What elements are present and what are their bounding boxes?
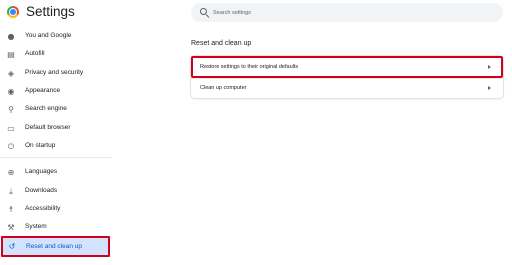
- sidebar-item-default-browser[interactable]: ▭ Default browser: [0, 120, 112, 138]
- page-title: Settings: [26, 4, 75, 19]
- sidebar-item-label: Appearance: [25, 87, 61, 94]
- accessibility-icon: ☨: [8, 205, 14, 214]
- sidebar-item-label: Accessibility: [25, 205, 61, 212]
- row-label: Clean up computer: [200, 85, 247, 91]
- palette-icon: ◉: [7, 87, 15, 96]
- download-icon: ⤓: [9, 187, 13, 196]
- chrome-logo-icon: [7, 6, 19, 18]
- sidebar-item-reset-and-clean-up[interactable]: ↺ Reset and clean up: [1, 236, 110, 257]
- search-input[interactable]: [213, 6, 493, 19]
- sidebar-item-label: Languages: [25, 168, 58, 175]
- sidebar-item-accessibility[interactable]: ☨ Accessibility: [0, 201, 112, 219]
- arrow-right-icon: [488, 86, 491, 90]
- reset-history-icon: ↺: [8, 242, 16, 251]
- clipboard-icon: ▤: [7, 50, 15, 59]
- sidebar-item-privacy[interactable]: ◈ Privacy and security: [0, 65, 112, 83]
- power-icon: ⏻: [7, 142, 15, 151]
- sidebar-item-label: You and Google: [25, 32, 72, 39]
- search-icon: ⚲: [8, 105, 14, 114]
- row-label: Restore settings to their original defau…: [200, 64, 299, 70]
- sidebar-item-system[interactable]: ⚒ System: [0, 219, 112, 237]
- search-box[interactable]: [191, 3, 503, 22]
- sidebar-item-label: Downloads: [25, 187, 58, 194]
- sidebar-item-on-startup[interactable]: ⏻ On startup: [0, 138, 112, 156]
- sidebar-item-label: Autofill: [25, 50, 45, 57]
- shield-icon: ◈: [7, 69, 15, 78]
- sidebar-item-label: Search engine: [25, 105, 67, 112]
- sidebar-item-label: Default browser: [25, 124, 71, 131]
- header: Settings: [0, 0, 512, 24]
- search-icon: [200, 8, 207, 15]
- sidebar-item-languages[interactable]: ⊕ Languages: [0, 164, 112, 182]
- clean-up-computer-row[interactable]: Clean up computer: [191, 78, 503, 98]
- sidebar-divider: [0, 157, 112, 158]
- globe-icon: ⊕: [7, 168, 15, 177]
- sidebar-item-label: Privacy and security: [25, 69, 84, 76]
- wrench-icon: ⚒: [7, 223, 15, 232]
- restore-defaults-row[interactable]: Restore settings to their original defau…: [191, 56, 503, 78]
- sidebar-item-label: System: [25, 223, 47, 230]
- person-icon: ●: [7, 32, 15, 41]
- arrow-right-icon: [488, 65, 491, 69]
- sidebar-item-search-engine[interactable]: ⚲ Search engine: [0, 101, 112, 119]
- sidebar-item-label: On startup: [25, 142, 56, 149]
- sidebar-item-autofill[interactable]: ▤ Autofill: [0, 46, 112, 64]
- browser-window-icon: ▭: [7, 124, 15, 133]
- section-title: Reset and clean up: [191, 40, 252, 47]
- sidebar-item-appearance[interactable]: ◉ Appearance: [0, 83, 112, 101]
- sidebar-item-downloads[interactable]: ⤓ Downloads: [0, 183, 112, 201]
- sidebar-item-label: Reset and clean up: [26, 243, 83, 250]
- sidebar-item-you-and-google[interactable]: ● You and Google: [0, 28, 112, 46]
- reset-settings-card: Restore settings to their original defau…: [191, 56, 503, 98]
